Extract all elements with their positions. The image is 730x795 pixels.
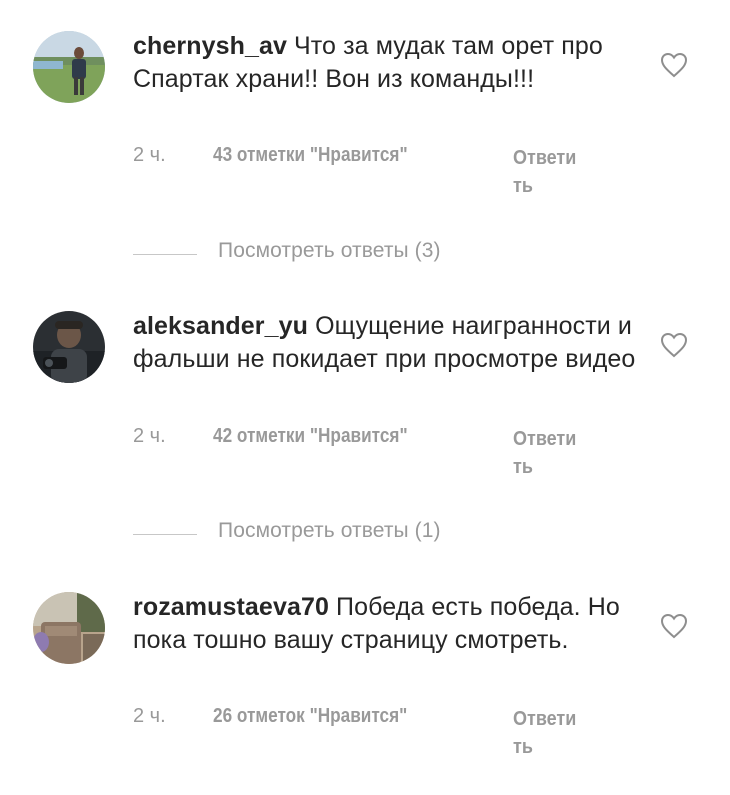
heart-outline-icon [660, 52, 688, 78]
comment-likes[interactable]: 42 отметки "Нравится" [213, 425, 408, 448]
view-replies-label[interactable]: Посмотреть ответы (1) [218, 519, 441, 543]
like-button[interactable] [660, 613, 688, 639]
like-button[interactable] [660, 332, 688, 358]
avatar[interactable] [33, 31, 105, 103]
view-replies-label[interactable]: Посмотреть ответы (3) [218, 239, 441, 263]
heart-outline-icon [660, 332, 688, 358]
reply-button[interactable]: Ответить [513, 144, 585, 200]
comment-body: aleksander_yu Ощущение наигранности и фа… [133, 310, 643, 376]
reply-button[interactable]: Ответить [513, 705, 585, 761]
comment-likes[interactable]: 43 отметки "Нравится" [213, 144, 408, 167]
comment-likes[interactable]: 26 отметок "Нравится" [213, 705, 407, 728]
comment-time: 2 ч. [133, 144, 166, 166]
comment-username[interactable]: rozamustaeva70 [133, 593, 329, 621]
avatar[interactable] [33, 311, 105, 383]
comment-username[interactable]: aleksander_yu [133, 312, 308, 340]
like-button[interactable] [660, 52, 688, 78]
comment-body: rozamustaeva70 Победа есть победа. Но по… [133, 591, 643, 657]
avatar[interactable] [33, 592, 105, 664]
divider-line [133, 534, 197, 535]
comment-body: chernysh_av Что за мудак там орет про Сп… [133, 30, 643, 96]
comment-time: 2 ч. [133, 425, 166, 447]
reply-button[interactable]: Ответить [513, 425, 585, 481]
heart-outline-icon [660, 613, 688, 639]
divider-line [133, 254, 197, 255]
comment-time: 2 ч. [133, 705, 166, 727]
comment-username[interactable]: chernysh_av [133, 32, 287, 60]
